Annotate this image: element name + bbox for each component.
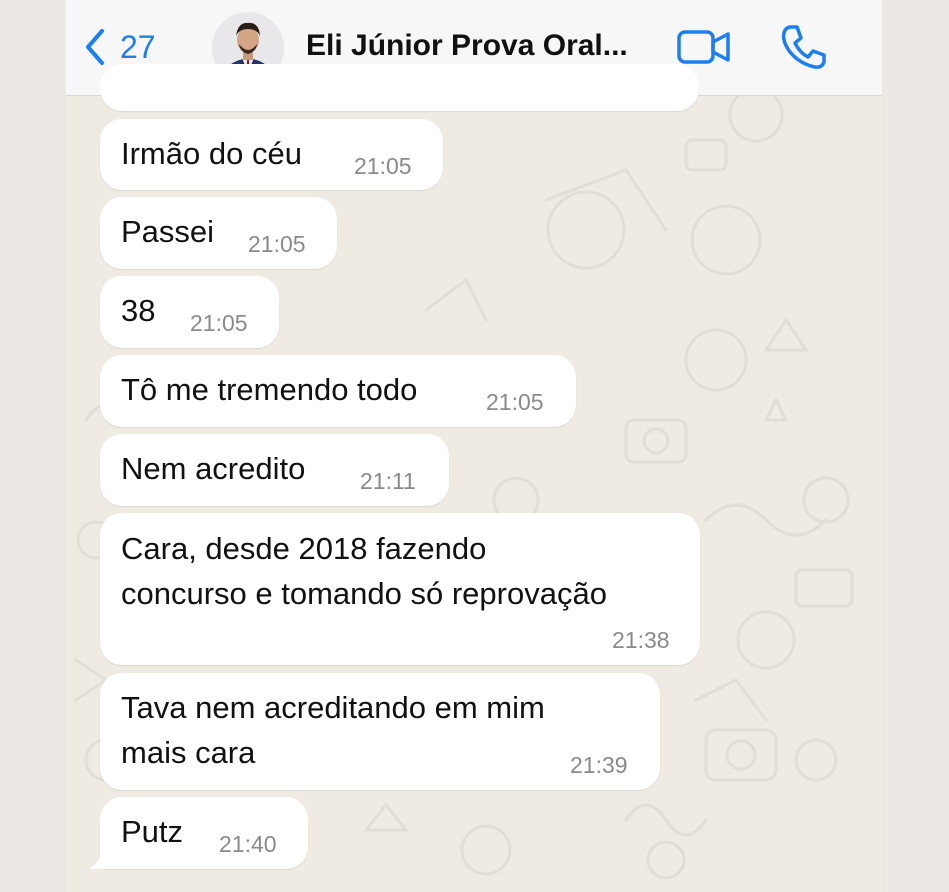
message-bubble: 38 21:05 — [100, 276, 279, 348]
message-time: 21:05 — [190, 310, 248, 336]
message-text: Tô me tremendo todo — [121, 372, 418, 407]
message-time: 21:05 — [486, 389, 544, 415]
message-bubble: Putz 21:40 — [100, 797, 308, 869]
video-camera-icon — [677, 30, 730, 64]
unread-count: 27 — [120, 28, 156, 65]
contact-name[interactable]: Eli Júnior Prova Oral... — [306, 29, 656, 63]
message-bubble: Tô me tremendo todo 21:05 — [100, 355, 576, 427]
message-text: Nem acredito — [121, 451, 306, 486]
video-call-button[interactable] — [676, 26, 732, 68]
message-time: 21:05 — [248, 231, 306, 257]
message-time: 21:40 — [219, 831, 277, 857]
message-text: concurso e tomando só reprovação — [121, 576, 607, 611]
message-text: mais cara — [121, 735, 256, 770]
message-bubble: Cara, desde 2018 fazendo concurso e toma… — [100, 513, 700, 665]
message-bubble: Passei 21:05 — [100, 197, 337, 269]
message-text: Tava nem acreditando em mim — [121, 690, 545, 725]
message-text: Irmão do céu — [121, 136, 302, 171]
message-time: 21:38 — [612, 627, 670, 653]
message-bubble: Irmão do céu 21:05 — [100, 119, 443, 190]
message-text: Cara, desde 2018 fazendo — [121, 531, 487, 566]
message-time: 21:11 — [360, 468, 416, 494]
chat-screen: 27 Eli Júnior Prova Oral... Irmão do céu… — [66, 0, 882, 892]
chevron-left-icon — [86, 29, 104, 65]
phone-icon — [781, 25, 826, 69]
message-bubble: Nem acredito 21:11 — [100, 434, 449, 506]
bubble-tail — [88, 848, 110, 869]
message-text: Passei — [121, 214, 215, 249]
message-text: 38 — [121, 293, 156, 328]
message-bubble: Tava nem acreditando em mim mais cara 21… — [100, 673, 660, 790]
voice-call-button[interactable] — [778, 22, 828, 72]
message-bubble-partial — [100, 64, 699, 111]
message-time: 21:39 — [570, 752, 628, 778]
message-time: 21:05 — [354, 153, 412, 179]
message-text: Putz — [121, 814, 184, 849]
